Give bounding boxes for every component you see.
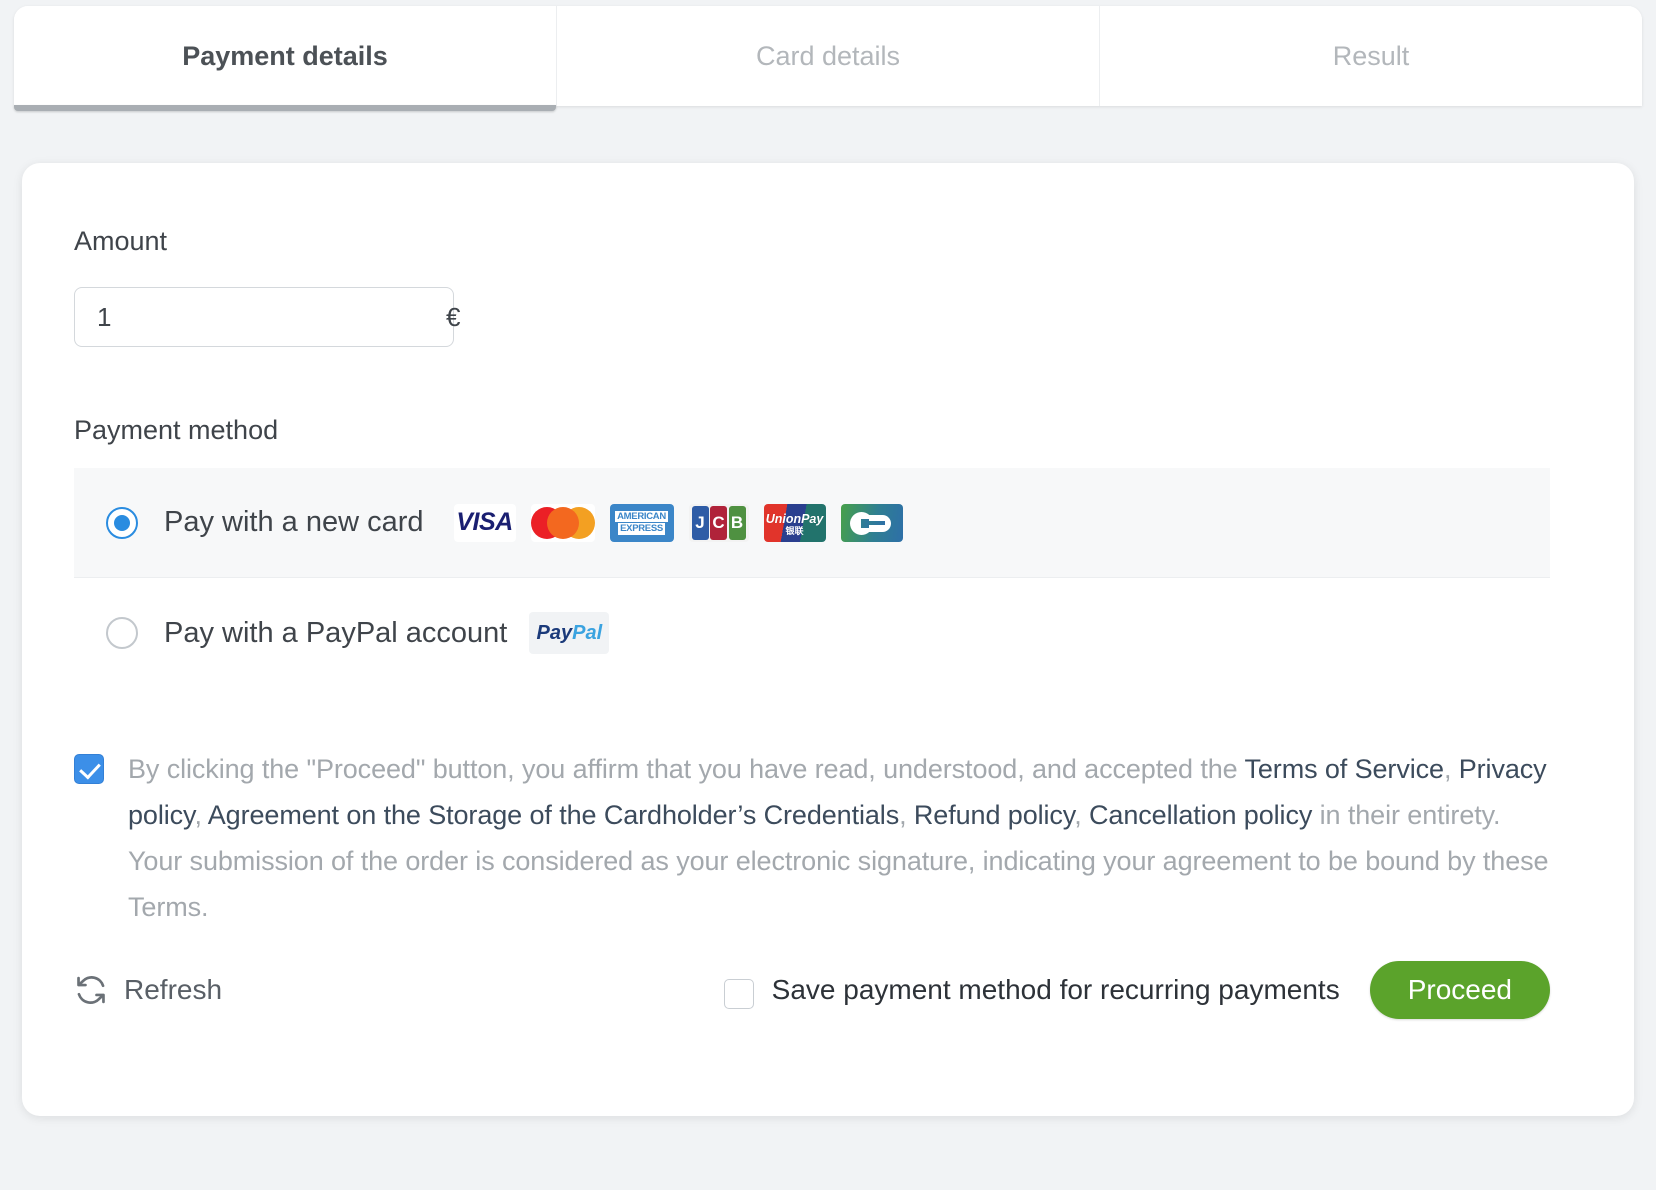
payment-method-new-card-label: Pay with a new card xyxy=(164,506,424,538)
tab-result-label: Result xyxy=(1332,40,1410,71)
link-cancellation-policy[interactable]: Cancellation policy xyxy=(1089,800,1312,830)
terms-text: By clicking the "Proceed" button, you af… xyxy=(128,746,1550,930)
payment-page: Payment details Card details Result Amou… xyxy=(0,0,1656,1190)
card-brand-list: VISA AMERICAN EXPRESS J C B UnionPay 银联 xyxy=(453,503,903,542)
currency-symbol: € xyxy=(446,301,461,332)
terms-sep-2: , xyxy=(194,800,208,830)
payment-method-list: Pay with a new card VISA AMERICAN EXPRES… xyxy=(74,468,1550,688)
terms-agreement: By clicking the "Proceed" button, you af… xyxy=(74,746,1550,930)
refresh-icon xyxy=(74,973,108,1007)
terms-sep-3: , xyxy=(899,800,914,830)
save-payment-method-checkbox[interactable] xyxy=(723,979,754,1009)
amount-input-wrapper[interactable]: € xyxy=(74,287,460,347)
proceed-button[interactable]: Proceed xyxy=(1369,961,1550,1019)
save-payment-method-row[interactable]: Save payment method for recurring paymen… xyxy=(723,971,1340,1009)
radio-paypal[interactable] xyxy=(106,617,138,649)
amex-line-1: AMERICAN xyxy=(615,510,668,522)
save-payment-method-label: Save payment method for recurring paymen… xyxy=(771,974,1340,1005)
jcb-icon: J C B xyxy=(688,503,749,542)
refresh-label: Refresh xyxy=(124,974,223,1005)
tab-result[interactable]: Result xyxy=(1100,6,1642,106)
tab-bar: Payment details Card details Result xyxy=(14,6,1642,111)
unionpay-icon: UnionPay 银联 xyxy=(763,503,826,542)
tab-payment-details[interactable]: Payment details xyxy=(14,6,557,111)
american-express-icon: AMERICAN EXPRESS xyxy=(609,503,674,542)
jcb-letter-j: J xyxy=(691,505,709,540)
visa-icon: VISA xyxy=(453,503,516,542)
payment-method-paypal[interactable]: Pay with a PayPal account Pay Pal xyxy=(74,578,1550,688)
radio-new-card[interactable] xyxy=(106,506,138,539)
unionpay-subtext: 银联 xyxy=(785,525,804,536)
refresh-button[interactable]: Refresh xyxy=(74,973,222,1007)
terms-sep-1: , xyxy=(1443,754,1459,784)
payment-method-paypal-label: Pay with a PayPal account xyxy=(164,616,508,649)
mastercard-icon xyxy=(530,503,595,542)
cb-icon xyxy=(840,503,903,542)
jcb-letter-c: C xyxy=(710,505,728,540)
amex-line-2: EXPRESS xyxy=(618,523,665,535)
terms-sep-4: , xyxy=(1074,800,1090,830)
jcb-letter-b: B xyxy=(728,505,746,540)
paypal-icon-part1: Pay xyxy=(536,621,573,644)
tab-card-details[interactable]: Card details xyxy=(557,6,1100,106)
amount-label: Amount xyxy=(74,226,168,256)
payment-form-card: Amount € Payment method Pay with a new c… xyxy=(22,163,1634,1116)
payment-method-label: Payment method xyxy=(74,415,279,445)
paypal-icon-part2: Pal xyxy=(572,621,603,644)
terms-segment-1: By clicking the "Proceed" button, you af… xyxy=(128,754,1245,784)
link-cardholder-credentials-agreement[interactable]: Agreement on the Storage of the Cardhold… xyxy=(208,800,899,830)
link-refund-policy[interactable]: Refund policy xyxy=(914,800,1074,830)
link-terms-of-service[interactable]: Terms of Service xyxy=(1244,754,1444,784)
tab-card-details-label: Card details xyxy=(755,40,901,71)
tab-payment-details-label: Payment details xyxy=(182,40,388,71)
visa-icon-text: VISA xyxy=(456,508,513,536)
paypal-icon: Pay Pal xyxy=(529,612,610,654)
payment-method-new-card[interactable]: Pay with a new card VISA AMERICAN EXPRES… xyxy=(74,468,1550,578)
terms-checkbox[interactable] xyxy=(74,754,104,784)
amount-input[interactable] xyxy=(75,288,446,346)
form-footer: Refresh Save payment method for recurrin… xyxy=(74,958,1550,1022)
